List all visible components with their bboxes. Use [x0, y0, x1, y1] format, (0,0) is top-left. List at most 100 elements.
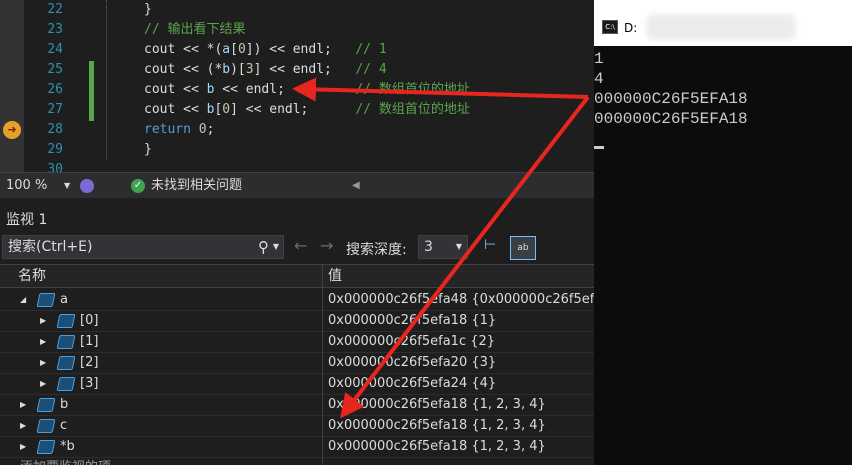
watch-variable-value[interactable]: 0x000000c26f5efa18 {1, 2, 3, 4}	[328, 416, 546, 436]
search-depth-value: 3	[424, 239, 433, 255]
issues-status-text[interactable]: 未找到相关问题	[151, 173, 242, 199]
watch-row[interactable]: ▶ c 0x000000c26f5efa18 {1, 2, 3, 4}	[0, 416, 594, 437]
watch-variable-value[interactable]: 0x000000c26f5efa18 {1, 2, 3, 4}	[328, 395, 546, 415]
code-token: cout << *(	[144, 42, 223, 57]
expand-icon[interactable]: ▶	[40, 374, 46, 394]
console-app-icon: C:\	[602, 20, 618, 34]
watch-row[interactable]: ▶ [1] 0x000000c26f5efa1c {2}	[0, 332, 594, 353]
code-text: }	[144, 0, 152, 20]
watch-variable-name: [3]	[80, 376, 99, 391]
expand-icon[interactable]: ▶	[40, 332, 46, 352]
code-text: cout << *(a[0]) << endl; // 1	[144, 40, 387, 60]
column-divider	[322, 353, 323, 373]
watch-variable-value[interactable]: 0x000000c26f5efa24 {4}	[328, 374, 496, 394]
code-token: // 1	[355, 42, 387, 57]
zoom-level[interactable]: 100 %	[6, 173, 47, 199]
watch-variable-name: c	[60, 418, 68, 433]
variable-object-icon	[56, 314, 76, 328]
redacted-title-path	[646, 14, 796, 40]
watch-variable-value[interactable]: 0x000000c26f5efa18 {1, 2, 3, 4}	[328, 437, 546, 457]
code-line[interactable]: 27 cout << b[0] << endl; // 数组首位的地址	[0, 100, 594, 120]
watch-row[interactable]: ▶ *b 0x000000c26f5efa18 {1, 2, 3, 4}	[0, 437, 594, 458]
watch-window-title: 监视 1	[6, 212, 48, 228]
column-divider	[322, 374, 323, 394]
watch-row[interactable]: ◢ a 0x000000c26f5efa48 {0x000000c26f5efa18…	[0, 290, 594, 311]
code-token: )[	[230, 62, 246, 77]
console-output-line: 4	[594, 70, 604, 88]
code-token: 0	[222, 102, 231, 117]
console-cursor	[594, 146, 604, 149]
expand-icon[interactable]: ▶	[20, 437, 26, 457]
code-cleanup-icon[interactable]	[80, 179, 94, 193]
watch-row[interactable]: ▶ [3] 0x000000c26f5efa24 {4}	[0, 374, 594, 395]
expand-icon[interactable]: ▶	[40, 311, 46, 331]
search-icon[interactable]: ⚲	[258, 236, 269, 258]
code-line[interactable]: 24 cout << *(a[0]) << endl; // 1	[0, 40, 594, 60]
code-token: ] << endl;	[253, 62, 356, 77]
console-output-line: 000000C26F5EFA18	[594, 110, 748, 128]
line-number: 22	[47, 2, 63, 17]
column-header-value[interactable]: 值	[328, 265, 342, 287]
code-token: ;	[206, 122, 215, 137]
watch-variable-value[interactable]: 0x000000c26f5efa20 {3}	[328, 353, 496, 373]
watch-variable-value[interactable]: 0x000000c26f5efa1c {2}	[328, 332, 495, 352]
variable-object-icon	[36, 293, 56, 307]
view-as-table-icon[interactable]: ab	[510, 236, 536, 260]
chevron-down-icon[interactable]: ▼	[456, 236, 462, 258]
line-number: 28	[47, 122, 63, 137]
column-divider[interactable]	[322, 265, 323, 289]
line-number: 29	[47, 142, 63, 157]
variable-object-icon	[36, 419, 56, 433]
pin-icon[interactable]: ⊢	[484, 237, 496, 253]
code-text: cout << b << endl; // 数组首位的地址	[144, 80, 470, 100]
line-number: 30	[47, 162, 63, 172]
column-divider	[322, 311, 323, 331]
watch-variable-name: b	[60, 397, 69, 412]
search-dropdown-icon[interactable]: ▼	[273, 236, 279, 258]
search-next-icon[interactable]: →	[320, 236, 333, 255]
column-divider	[322, 458, 323, 465]
console-window[interactable]: C:\ D: 1 4 000000C26F5EFA18 000000C26F5EFA1…	[594, 0, 852, 465]
console-title-bar[interactable]: C:\ D:	[594, 0, 852, 46]
console-output-line: 000000C26F5EFA18	[594, 90, 748, 108]
watch-variable-value[interactable]: 0x000000c26f5efa48 {0x000000c26f5efa18 {…	[328, 290, 594, 310]
collapse-icon[interactable]: ◢	[20, 290, 26, 310]
code-token: // 4	[355, 62, 387, 77]
expand-icon[interactable]: ▶	[20, 416, 26, 436]
code-line[interactable]: 30	[0, 160, 594, 172]
expand-icon[interactable]: ▶	[40, 353, 46, 373]
code-line[interactable]: 22}	[0, 0, 594, 20]
watch-row[interactable]: ▶ [0] 0x000000c26f5efa18 {1}	[0, 311, 594, 332]
expand-icon[interactable]: ▶	[20, 395, 26, 415]
column-divider	[322, 332, 323, 352]
code-text: // 输出看下结果	[144, 20, 245, 40]
watch-variable-name: [1]	[80, 334, 99, 349]
search-depth-select[interactable]: 3 ▼	[418, 235, 468, 259]
code-line[interactable]: 28 return 0;	[0, 120, 594, 140]
search-previous-icon[interactable]: ←	[294, 236, 307, 255]
watch-row[interactable]: ▶ b 0x000000c26f5efa18 {1, 2, 3, 4}	[0, 395, 594, 416]
add-watch-item-text: 添加要监视的项	[20, 458, 111, 465]
search-depth-label: 搜索深度:	[346, 242, 407, 258]
code-text: return 0;	[144, 120, 214, 140]
zoom-dropdown-icon[interactable]: ▼	[64, 173, 70, 199]
search-input[interactable]: 搜索(Ctrl+E) ⚲ ▼	[2, 235, 284, 259]
column-header-name[interactable]: 名称	[18, 265, 46, 287]
console-output-line: 1	[594, 50, 604, 68]
code-line[interactable]: 25 cout << (*b)[3] << endl; // 4	[0, 60, 594, 80]
line-number: 27	[47, 102, 63, 117]
code-line[interactable]: 29}	[0, 140, 594, 160]
code-token: b	[222, 62, 231, 77]
scroll-left-icon[interactable]: ◀	[352, 173, 360, 199]
line-number: 24	[47, 42, 63, 57]
no-issues-check-icon: ✓	[131, 179, 145, 193]
watch-row[interactable]: ▶ [2] 0x000000c26f5efa20 {3}	[0, 353, 594, 374]
code-line[interactable]: 26 cout << b << endl; // 数组首位的地址	[0, 80, 594, 100]
watch-variable-name: a	[60, 292, 68, 307]
watch-variable-value[interactable]: 0x000000c26f5efa18 {1}	[328, 311, 496, 331]
code-editor[interactable]: ➜ 22} 23// 输出看下结果 24 cout << *(a[0]) << end…	[0, 0, 594, 172]
line-number: 23	[47, 22, 63, 37]
code-token: 0	[237, 42, 246, 57]
add-watch-item-row[interactable]: 添加要监视的项	[0, 458, 594, 465]
code-line[interactable]: 23 // 输出看下结果	[0, 20, 594, 40]
